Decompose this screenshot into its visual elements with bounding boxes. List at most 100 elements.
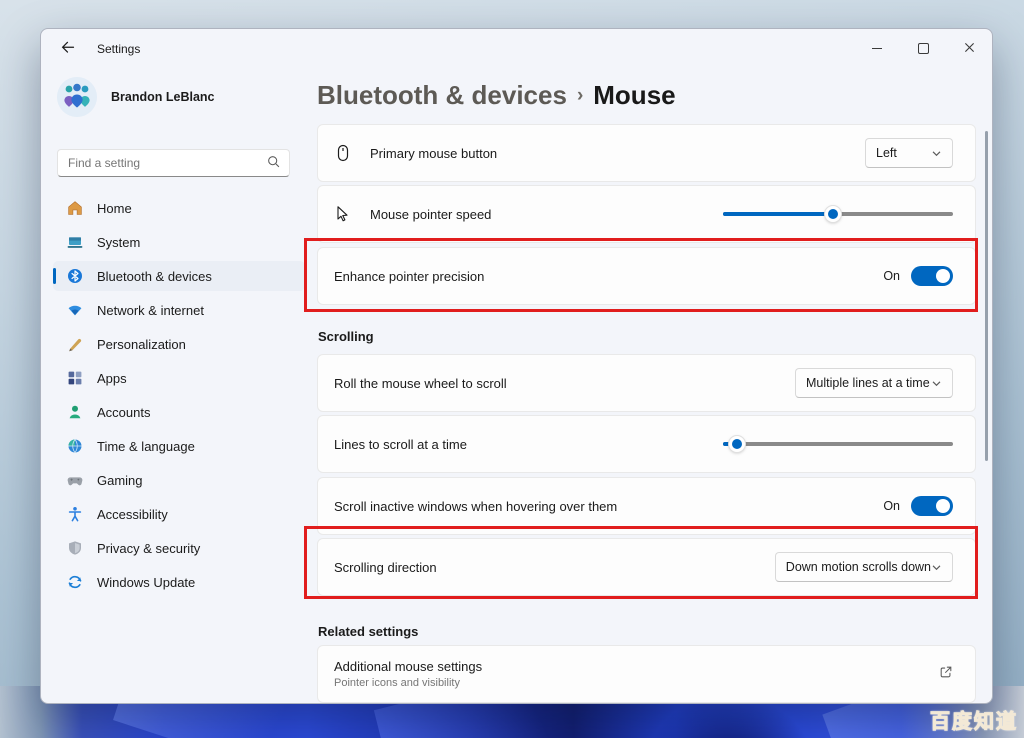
sidebar-item-accessibility[interactable]: Accessibility xyxy=(53,499,305,529)
privacy-security-icon xyxy=(67,540,83,556)
user-profile[interactable]: Brandon LeBlanc xyxy=(57,75,301,119)
close-button[interactable] xyxy=(946,29,992,67)
sidebar-item-label: System xyxy=(97,234,141,250)
maximize-icon xyxy=(917,42,929,54)
sidebar-item-bluetooth-devices[interactable]: Bluetooth & devices xyxy=(53,261,305,291)
sidebar-item-label: Accessibility xyxy=(97,506,168,522)
sidebar-item-label: Privacy & security xyxy=(97,540,201,556)
primary-mouse-button-dropdown[interactable]: Left xyxy=(865,138,953,168)
lines-to-scroll-slider[interactable] xyxy=(723,434,953,454)
home-icon xyxy=(67,200,83,216)
windows-update-icon xyxy=(67,574,83,590)
section-header-scrolling: Scrolling xyxy=(318,329,374,344)
toggle-state-label: On xyxy=(883,499,900,513)
close-icon xyxy=(964,41,975,56)
sidebar-item-gaming[interactable]: Gaming xyxy=(53,465,305,495)
scroll-inactive-windows-toggle[interactable] xyxy=(911,496,953,516)
sidebar-item-label: Gaming xyxy=(97,472,143,488)
cursor-icon xyxy=(334,205,352,223)
sidebar-item-label: Bluetooth & devices xyxy=(97,268,212,284)
accessibility-icon xyxy=(67,506,83,522)
sidebar-item-windows-update[interactable]: Windows Update xyxy=(53,567,305,597)
external-link-icon xyxy=(939,665,953,684)
search-icon xyxy=(267,155,281,174)
scrollbar[interactable] xyxy=(985,131,988,461)
sidebar-item-network-internet[interactable]: Network & internet xyxy=(53,295,305,325)
slider-fill xyxy=(723,212,834,216)
minimize-button[interactable] xyxy=(854,29,900,67)
minimize-icon xyxy=(872,47,882,49)
settings-window: Settings Brandon LeBlanc Find a setting … xyxy=(40,28,993,704)
setting-row-primary-mouse-button: Primary mouse button Left xyxy=(317,124,976,182)
personalization-icon xyxy=(67,336,83,352)
sidebar-item-label: Network & internet xyxy=(97,302,204,318)
maximize-button[interactable] xyxy=(900,29,946,67)
additional-mouse-settings-link[interactable]: Additional mouse settings Pointer icons … xyxy=(317,645,976,703)
setting-row-enhance-pointer-precision: Enhance pointer precision On xyxy=(317,247,976,305)
setting-row-scroll-inactive-windows: Scroll inactive windows when hovering ov… xyxy=(317,477,976,535)
main-content: Bluetooth & devices › Mouse Primary mous… xyxy=(304,29,978,703)
chevron-down-icon xyxy=(931,378,942,389)
network-icon xyxy=(67,302,83,318)
sidebar-item-accounts[interactable]: Accounts xyxy=(53,397,305,427)
setting-label: Roll the mouse wheel to scroll xyxy=(334,375,507,391)
breadcrumb-parent[interactable]: Bluetooth & devices xyxy=(317,79,567,111)
bluetooth-icon xyxy=(67,268,83,284)
setting-sublabel: Pointer icons and visibility xyxy=(334,677,460,689)
sidebar-item-label: Time & language xyxy=(97,438,195,454)
slider-track xyxy=(723,442,953,446)
system-icon xyxy=(67,234,83,250)
apps-icon xyxy=(67,370,83,386)
scrolling-direction-dropdown[interactable]: Down motion scrolls down xyxy=(774,552,953,582)
desktop: Settings Brandon LeBlanc Find a setting … xyxy=(0,0,1024,738)
time-language-icon xyxy=(67,438,83,454)
mouse-icon xyxy=(334,144,352,162)
enhance-pointer-precision-toggle[interactable] xyxy=(911,266,953,286)
user-name: Brandon LeBlanc xyxy=(111,90,215,104)
sidebar-item-label: Home xyxy=(97,200,132,216)
avatar xyxy=(57,77,97,117)
chevron-down-icon xyxy=(931,562,942,573)
setting-label: Enhance pointer precision xyxy=(334,268,485,284)
sidebar-item-personalization[interactable]: Personalization xyxy=(53,329,305,359)
mouse-pointer-speed-slider[interactable] xyxy=(723,204,953,224)
setting-row-lines-to-scroll: Lines to scroll at a time xyxy=(317,415,976,473)
dropdown-value: Down motion scrolls down xyxy=(785,560,931,574)
toggle-knob xyxy=(936,269,950,283)
back-arrow-icon xyxy=(60,40,75,58)
sidebar-item-apps[interactable]: Apps xyxy=(53,363,305,393)
page-title: Mouse xyxy=(593,79,676,110)
sidebar-nav: Home System Bluetooth & devices Network … xyxy=(41,193,317,601)
setting-label: Lines to scroll at a time xyxy=(334,436,467,452)
sidebar-item-privacy-security[interactable]: Privacy & security xyxy=(53,533,305,563)
sidebar-item-label: Personalization xyxy=(97,336,186,352)
setting-label: Mouse pointer speed xyxy=(370,206,492,222)
dropdown-value: Multiple lines at a time xyxy=(806,376,930,390)
sidebar-item-home[interactable]: Home xyxy=(53,193,305,223)
sidebar-item-label: Windows Update xyxy=(97,574,196,590)
dropdown-value: Left xyxy=(876,146,897,160)
breadcrumb-separator: › xyxy=(576,85,584,106)
sidebar-item-time-language[interactable]: Time & language xyxy=(53,431,305,461)
setting-label: Scroll inactive windows when hovering ov… xyxy=(334,498,618,514)
slider-thumb[interactable] xyxy=(728,436,745,452)
back-button[interactable] xyxy=(51,35,83,63)
search-input[interactable] xyxy=(58,150,289,176)
gaming-icon xyxy=(67,472,83,488)
toggle-state-label: On xyxy=(883,269,900,283)
watermark: 百度知道 xyxy=(930,711,1018,734)
selection-indicator xyxy=(53,268,56,284)
section-header-related-settings: Related settings xyxy=(318,624,419,639)
setting-row-scrolling-direction: Scrolling direction Down motion scrolls … xyxy=(317,538,976,596)
title-bar: Settings xyxy=(41,29,992,69)
sidebar-item-system[interactable]: System xyxy=(53,227,305,257)
sidebar-item-label: Accounts xyxy=(97,404,151,420)
setting-row-roll-mouse-wheel: Roll the mouse wheel to scroll Multiple … xyxy=(317,354,976,412)
mouse-wheel-scroll-dropdown[interactable]: Multiple lines at a time xyxy=(795,368,953,398)
slider-thumb[interactable] xyxy=(825,206,842,222)
window-title: Settings xyxy=(97,42,141,56)
search-box xyxy=(57,149,290,177)
sidebar-item-label: Apps xyxy=(97,370,127,386)
setting-label: Scrolling direction xyxy=(334,559,437,575)
chevron-down-icon xyxy=(931,148,942,159)
